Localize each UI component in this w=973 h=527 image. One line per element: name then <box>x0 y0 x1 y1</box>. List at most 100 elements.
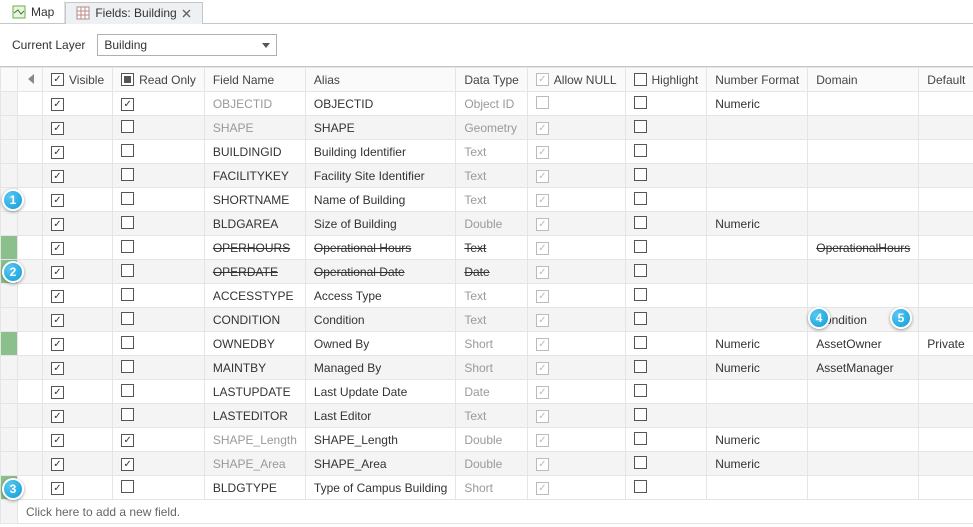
default-cell[interactable] <box>919 236 973 260</box>
highlight-cell[interactable] <box>625 116 707 140</box>
readonly-cell[interactable] <box>113 356 205 380</box>
table-row[interactable]: OBJECTIDOBJECTIDObject IDNumeric <box>1 92 973 116</box>
visible-cell[interactable] <box>43 380 113 404</box>
datatype-cell[interactable]: Double <box>456 452 527 476</box>
datatype-cell[interactable]: Date <box>456 380 527 404</box>
visible-cell[interactable] <box>43 188 113 212</box>
visible-cell[interactable] <box>43 284 113 308</box>
readonly-cell-checkbox[interactable] <box>121 312 134 325</box>
visible-cell[interactable] <box>43 356 113 380</box>
visible-cell-checkbox[interactable] <box>51 434 64 447</box>
numberformat-cell[interactable] <box>707 260 808 284</box>
readonly-cell-checkbox[interactable] <box>121 458 134 471</box>
readonly-cell[interactable] <box>113 332 205 356</box>
readonly-cell-checkbox[interactable] <box>121 216 134 229</box>
alias-cell[interactable]: Size of Building <box>305 212 455 236</box>
datatype-cell[interactable]: Text <box>456 140 527 164</box>
datatype-cell[interactable]: Double <box>456 428 527 452</box>
add-field-row[interactable]: Click here to add a new field. <box>1 500 973 524</box>
row-handle[interactable] <box>1 356 18 380</box>
numberformat-cell[interactable] <box>707 116 808 140</box>
visible-cell[interactable] <box>43 404 113 428</box>
numberformat-cell[interactable]: Numeric <box>707 332 808 356</box>
row-handle[interactable] <box>1 212 18 236</box>
default-cell[interactable] <box>919 404 973 428</box>
table-row[interactable]: MAINTBYManaged ByShortNumericAssetManage… <box>1 356 973 380</box>
visible-cell-checkbox[interactable] <box>51 170 64 183</box>
numberformat-cell[interactable] <box>707 476 808 500</box>
visible-cell[interactable] <box>43 140 113 164</box>
fieldname-cell[interactable]: SHAPE_Area <box>204 452 305 476</box>
domain-cell[interactable] <box>808 404 919 428</box>
default-cell[interactable] <box>919 380 973 404</box>
highlight-cell[interactable] <box>625 140 707 164</box>
default-cell[interactable] <box>919 284 973 308</box>
visible-cell-checkbox[interactable] <box>51 386 64 399</box>
row-handle[interactable] <box>1 116 18 140</box>
alias-cell[interactable]: SHAPE <box>305 116 455 140</box>
highlight-cell-checkbox[interactable] <box>634 336 647 349</box>
default-cell[interactable] <box>919 140 973 164</box>
default-cell[interactable] <box>919 92 973 116</box>
visible-cell-checkbox[interactable] <box>51 314 64 327</box>
default-cell[interactable] <box>919 188 973 212</box>
readonly-cell-checkbox[interactable] <box>121 264 134 277</box>
row-handle[interactable] <box>1 140 18 164</box>
numberformat-header[interactable]: Number Format <box>707 68 808 92</box>
datatype-cell[interactable]: Short <box>456 332 527 356</box>
visible-cell[interactable] <box>43 332 113 356</box>
readonly-cell-checkbox[interactable] <box>121 384 134 397</box>
visible-cell-checkbox[interactable] <box>51 242 64 255</box>
alias-cell[interactable]: Name of Building <box>305 188 455 212</box>
numberformat-cell[interactable] <box>707 380 808 404</box>
numberformat-cell[interactable]: Numeric <box>707 356 808 380</box>
highlight-cell-checkbox[interactable] <box>634 456 647 469</box>
default-cell[interactable] <box>919 260 973 284</box>
table-row[interactable]: OWNEDBYOwned ByShortNumericAssetOwnerPri… <box>1 332 973 356</box>
tab-map[interactable]: Map <box>2 1 65 23</box>
readonly-cell[interactable] <box>113 452 205 476</box>
visible-cell[interactable] <box>43 428 113 452</box>
fieldname-cell[interactable]: ACCESSTYPE <box>204 284 305 308</box>
datatype-cell[interactable]: Text <box>456 164 527 188</box>
default-cell[interactable] <box>919 356 973 380</box>
domain-cell[interactable] <box>808 260 919 284</box>
default-cell[interactable] <box>919 428 973 452</box>
table-row[interactable]: BLDGAREASize of BuildingDoubleNumeric <box>1 212 973 236</box>
table-row[interactable]: SHAPE_LengthSHAPE_LengthDoubleNumeric <box>1 428 973 452</box>
visible-cell-checkbox[interactable] <box>51 410 64 423</box>
readonly-cell[interactable] <box>113 404 205 428</box>
highlight-cell[interactable] <box>625 284 707 308</box>
visible-cell[interactable] <box>43 236 113 260</box>
numberformat-cell[interactable]: Numeric <box>707 428 808 452</box>
highlight-cell[interactable] <box>625 236 707 260</box>
fieldname-cell[interactable]: OPERHOURS <box>204 236 305 260</box>
alias-cell[interactable]: Operational Date <box>305 260 455 284</box>
highlight-cell-checkbox[interactable] <box>634 192 647 205</box>
visible-cell-checkbox[interactable] <box>51 290 64 303</box>
datatype-cell[interactable]: Double <box>456 212 527 236</box>
highlight-cell[interactable] <box>625 428 707 452</box>
alias-cell[interactable]: Managed By <box>305 356 455 380</box>
row-handle[interactable] <box>1 380 18 404</box>
table-row[interactable]: BLDGTYPEType of Campus BuildingShort <box>1 476 973 500</box>
visible-cell[interactable] <box>43 164 113 188</box>
visible-cell-checkbox[interactable] <box>51 194 64 207</box>
highlight-cell[interactable] <box>625 380 707 404</box>
fieldname-cell[interactable]: BLDGAREA <box>204 212 305 236</box>
fieldname-cell[interactable]: BUILDINGID <box>204 140 305 164</box>
visible-cell[interactable] <box>43 452 113 476</box>
fieldname-cell[interactable]: MAINTBY <box>204 356 305 380</box>
highlight-cell-checkbox[interactable] <box>634 96 647 109</box>
visible-cell-checkbox[interactable] <box>51 146 64 159</box>
domain-cell[interactable] <box>808 284 919 308</box>
highlight-cell[interactable] <box>625 404 707 428</box>
domain-cell[interactable] <box>808 212 919 236</box>
highlight-cell-checkbox[interactable] <box>634 288 647 301</box>
domain-cell[interactable] <box>808 116 919 140</box>
highlight-cell-checkbox[interactable] <box>634 312 647 325</box>
domain-cell[interactable] <box>808 92 919 116</box>
fields-grid[interactable]: Visible Read Only Field Name Alias Data … <box>0 67 973 524</box>
readonly-cell-checkbox[interactable] <box>121 408 134 421</box>
visible-cell[interactable] <box>43 92 113 116</box>
